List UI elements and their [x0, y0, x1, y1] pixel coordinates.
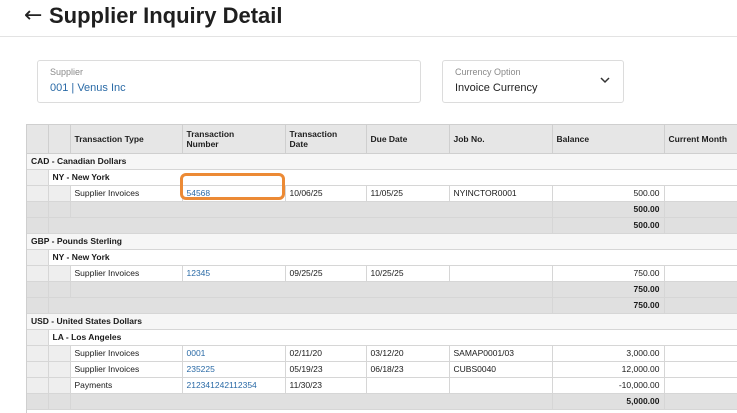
- col-due-date[interactable]: Due Date: [366, 125, 450, 154]
- currency-group-row: USD - United States Dollars: [27, 313, 737, 330]
- chevron-down-icon[interactable]: [599, 74, 611, 86]
- table-row[interactable]: Supplier Invoices 12345 09/25/25 10/25/2…: [27, 265, 737, 282]
- col-balance[interactable]: Balance: [552, 125, 665, 154]
- supplier-value[interactable]: 001 | Venus Inc: [50, 82, 126, 94]
- job-no-cell: [449, 377, 553, 394]
- currency-group-label: GBP - Pounds Sterling: [27, 233, 737, 250]
- currency-total-value: 500.00: [552, 217, 665, 234]
- location-total-value: 500.00: [552, 201, 665, 218]
- currency-option-value: Invoice Currency: [455, 82, 538, 94]
- transaction-type-cell: Supplier Invoices: [70, 185, 183, 202]
- location-total-row: 500.00: [27, 201, 737, 218]
- transaction-date-cell: 09/25/25: [285, 265, 367, 282]
- transaction-type-cell: Supplier Invoices: [70, 345, 183, 362]
- table-row[interactable]: Supplier Invoices 54568 10/06/25 11/05/2…: [27, 185, 737, 202]
- supplier-field[interactable]: Supplier 001 | Venus Inc: [37, 60, 421, 103]
- current-month-cell: [664, 361, 737, 378]
- balance-cell: 3,000.00: [552, 345, 665, 362]
- transaction-type-cell: Payments: [70, 377, 183, 394]
- location-total-value: 750.00: [552, 281, 665, 298]
- due-date-cell: 10/25/25: [366, 265, 450, 282]
- currency-option-label: Currency Option: [455, 67, 521, 77]
- transaction-number-link[interactable]: 0001: [182, 345, 286, 362]
- col-job-no[interactable]: Job No.: [449, 125, 553, 154]
- transaction-number-link[interactable]: 212341242112354: [182, 377, 286, 394]
- header-gutter: [27, 125, 49, 154]
- current-month-cell: [664, 185, 737, 202]
- inquiry-table: Transaction Type Transaction Number Trans…: [27, 125, 737, 410]
- currency-group-row: CAD - Canadian Dollars: [27, 153, 737, 170]
- balance-cell: -10,000.00: [552, 377, 665, 394]
- table-header-row: Transaction Type Transaction Number Trans…: [27, 125, 737, 154]
- transaction-type-cell: Supplier Invoices: [70, 361, 183, 378]
- transaction-date-cell: 05/19/23: [285, 361, 367, 378]
- location-group-label: NY - New York: [48, 249, 737, 266]
- col-transaction-date[interactable]: Transaction Date: [285, 125, 367, 154]
- transaction-date-cell: 02/11/20: [285, 345, 367, 362]
- transaction-number-link[interactable]: 12345: [182, 265, 286, 282]
- due-date-cell: 11/05/25: [366, 185, 450, 202]
- location-total-row: 5,000.00: [27, 393, 737, 410]
- current-month-cell: [664, 377, 737, 394]
- currency-group-row: GBP - Pounds Sterling: [27, 233, 737, 250]
- currency-total-value: 750.00: [552, 297, 665, 314]
- current-month-cell: [664, 265, 737, 282]
- transaction-number-link[interactable]: 235225: [182, 361, 286, 378]
- due-date-cell: 03/12/20: [366, 345, 450, 362]
- due-date-cell: 06/18/23: [366, 361, 450, 378]
- job-no-cell: [449, 265, 553, 282]
- due-date-cell: [366, 377, 450, 394]
- current-month-cell: [664, 345, 737, 362]
- currency-group-label: CAD - Canadian Dollars: [27, 153, 737, 170]
- job-no-cell: NYINCTOR0001: [449, 185, 553, 202]
- table-row[interactable]: Supplier Invoices 235225 05/19/23 06/18/…: [27, 361, 737, 378]
- transaction-date-cell: 11/30/23: [285, 377, 367, 394]
- col-transaction-number[interactable]: Transaction Number: [182, 125, 286, 154]
- table-row[interactable]: Supplier Invoices 0001 02/11/20 03/12/20…: [27, 345, 737, 362]
- supplier-inquiry-grid: Transaction Type Transaction Number Trans…: [26, 124, 737, 413]
- location-group-row: LA - Los Angeles: [27, 329, 737, 346]
- job-no-cell: CUBS0040: [449, 361, 553, 378]
- table-row[interactable]: Payments 212341242112354 11/30/23 -10,00…: [27, 377, 737, 394]
- location-group-label: LA - Los Angeles: [48, 329, 737, 346]
- page-header: ← Supplier Inquiry Detail: [0, 0, 737, 37]
- balance-cell: 750.00: [552, 265, 665, 282]
- back-arrow-icon[interactable]: ←: [24, 3, 42, 29]
- currency-option-select[interactable]: Currency Option Invoice Currency: [442, 60, 624, 103]
- location-total-row: 750.00: [27, 281, 737, 298]
- location-group-row: NY - New York: [27, 249, 737, 266]
- transaction-type-cell: Supplier Invoices: [70, 265, 183, 282]
- header-gutter: [48, 125, 71, 154]
- location-total-value: 5,000.00: [552, 393, 665, 410]
- location-group-row: NY - New York: [27, 169, 737, 186]
- currency-total-row: 500.00: [27, 217, 737, 234]
- col-transaction-type[interactable]: Transaction Type: [70, 125, 183, 154]
- supplier-label: Supplier: [50, 67, 84, 77]
- currency-group-label: USD - United States Dollars: [27, 313, 737, 330]
- currency-total-row: 750.00: [27, 297, 737, 314]
- transaction-number-link[interactable]: 54568: [182, 185, 286, 202]
- location-group-label: NY - New York: [48, 169, 737, 186]
- balance-cell: 500.00: [552, 185, 665, 202]
- balance-cell: 12,000.00: [552, 361, 665, 378]
- col-current-month[interactable]: Current Month: [664, 125, 737, 154]
- page-title: Supplier Inquiry Detail: [49, 3, 283, 28]
- job-no-cell: SAMAP0001/03: [449, 345, 553, 362]
- transaction-date-cell: 10/06/25: [285, 185, 367, 202]
